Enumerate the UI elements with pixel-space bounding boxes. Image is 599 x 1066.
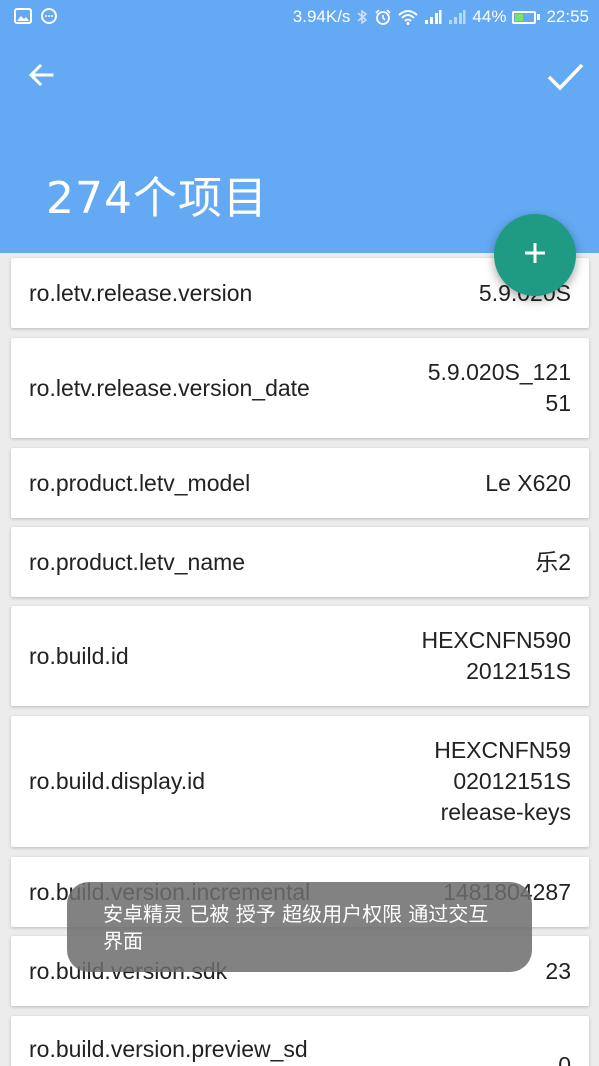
property-value: Le X620: [485, 469, 571, 496]
list-item[interactable]: ro.product.letv_model Le X620: [11, 448, 589, 518]
toast-message: 安卓精灵 已被 授予 超级用户权限 通过交互界面: [67, 882, 532, 972]
list-item[interactable]: ro.letv.release.version_date 5.9.020S_12…: [11, 338, 589, 438]
check-icon[interactable]: [545, 56, 585, 96]
property-value: 乐2: [535, 548, 571, 575]
page-title: 274个项目: [46, 173, 268, 224]
battery-percent: 44%: [472, 7, 507, 26]
network-speed: 3.94K/s: [292, 7, 351, 26]
bluetooth-icon: [356, 9, 368, 25]
list-item[interactable]: ro.product.letv_name 乐2: [11, 527, 589, 597]
list-item[interactable]: ro.build.id HEXCNFN590 2012151S: [11, 606, 589, 706]
property-value: 0: [558, 1052, 571, 1066]
alarm-icon: [374, 9, 392, 25]
signal-icon: [424, 9, 442, 25]
arrow-back-icon[interactable]: [24, 58, 58, 92]
property-value: 23: [545, 957, 571, 984]
battery-icon: [512, 10, 541, 24]
property-value: HEXCNFN590 2012151S: [421, 627, 571, 684]
wifi-icon: [398, 9, 419, 25]
add-property-button[interactable]: [494, 214, 576, 296]
clock: 22:55: [546, 7, 589, 26]
chat-icon: [40, 8, 58, 24]
list-item[interactable]: ro.build.display.id HEXCNFN59 02012151S …: [11, 716, 589, 847]
property-key: ro.letv.release.version: [29, 279, 253, 306]
property-key: ro.build.version.preview_sd: [29, 1036, 308, 1062]
property-key: ro.product.letv_name: [29, 548, 246, 575]
signal-weak-icon: [448, 9, 466, 25]
image-icon: [14, 8, 32, 24]
property-value: 5.9.020S_121 51: [427, 359, 571, 416]
property-key: ro.build.display.id: [29, 768, 206, 794]
plus-icon: [523, 241, 547, 270]
property-key: ro.build.id: [29, 642, 129, 669]
list-item[interactable]: ro.build.version.preview_sd 0: [11, 1016, 589, 1066]
property-key: ro.product.letv_model: [29, 469, 251, 496]
status-bar: 3.94K/s 44% 22:55: [0, 0, 599, 36]
property-key: ro.letv.release.version_date: [29, 374, 310, 401]
property-value: HEXCNFN59 02012151S release-keys: [434, 737, 571, 825]
